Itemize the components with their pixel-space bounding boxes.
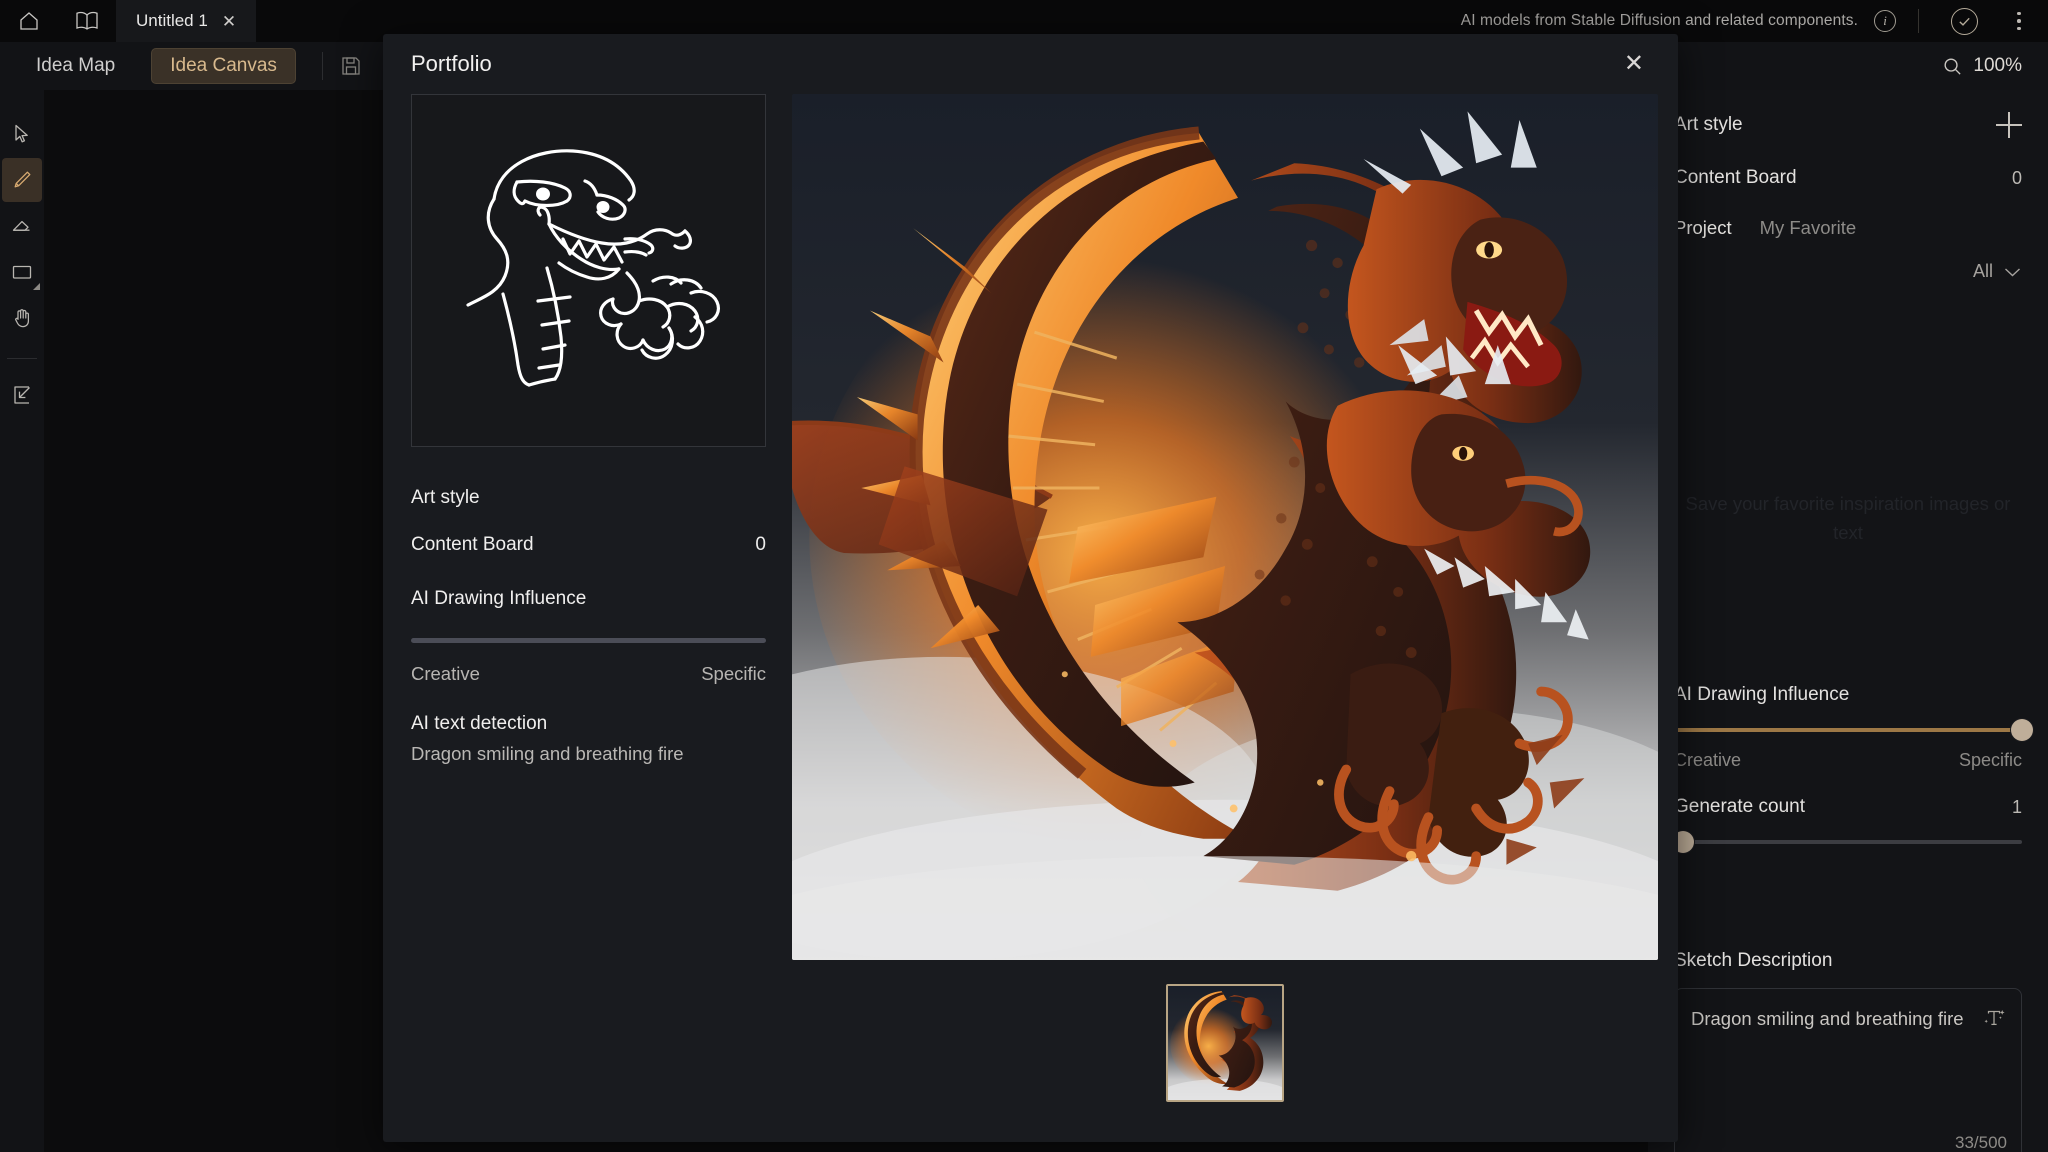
generate-count-slider[interactable] <box>1672 831 2022 853</box>
filter-dropdown[interactable]: All <box>1674 239 2022 282</box>
tool-rail <box>0 90 44 1152</box>
document-tab[interactable]: Untitled 1 ✕ <box>116 0 256 42</box>
dialog-body: Art style Content Board 0 AI Drawing Inf… <box>383 94 1678 1102</box>
empty-state-text: Save your favorite inspiration images or… <box>1685 493 2011 543</box>
chevron-down-icon[interactable] <box>2003 266 2022 278</box>
import-tool[interactable] <box>2 373 42 417</box>
sketch-preview[interactable] <box>411 94 766 447</box>
text-detection-value: Dragon smiling and breathing fire <box>411 743 684 764</box>
thumbnail-item[interactable] <box>1166 984 1284 1102</box>
influence-bar <box>411 638 766 643</box>
sketch-description-label: Sketch Description <box>1674 950 1833 971</box>
dragon-line-sketch <box>465 148 720 387</box>
eraser-tool[interactable] <box>2 204 42 248</box>
tab-idea-map[interactable]: Idea Map <box>18 48 133 84</box>
influence-max-label: Specific <box>701 663 766 684</box>
dialog-title: Portfolio <box>411 51 492 76</box>
app-root: Untitled 1 ✕ AI models from Stable Diffu… <box>0 0 2048 1152</box>
left-influence-section: AI Drawing Influence Creative Specific <box>411 588 766 685</box>
portfolio-tabs: Project My Favorite <box>1674 189 2022 239</box>
art-style-label: Art style <box>1674 114 1743 135</box>
content-board-label: Content Board <box>1674 167 1797 188</box>
sketch-description-counter: 33/500 <box>1955 1133 2007 1152</box>
art-style-label: Art style <box>411 487 480 508</box>
sketch-description-input[interactable]: Dragon smiling and breathing fire 33/500 <box>1674 988 2022 1152</box>
book-icon[interactable] <box>58 0 116 42</box>
fire-dragon-artwork <box>792 94 1658 960</box>
title-bar-right: AI models from Stable Diffusion and rela… <box>1460 7 2048 35</box>
fire-dragon-thumbnail <box>1168 986 1282 1100</box>
tab-my-favorite[interactable]: My Favorite <box>1760 217 1857 239</box>
pencil-tool[interactable] <box>2 158 42 202</box>
close-icon[interactable]: ✕ <box>1616 46 1652 82</box>
influence-slider-knob[interactable] <box>2011 719 2033 741</box>
select-tool[interactable] <box>2 112 42 156</box>
influence-min-label: Creative <box>411 663 480 684</box>
search-icon[interactable] <box>1942 56 1963 77</box>
content-board-count: 0 <box>755 534 766 555</box>
left-content-board-row: Content Board 0 <box>411 534 766 556</box>
art-style-row: Art style <box>1674 90 2022 138</box>
influence-section: AI Drawing Influence Creative Specific <box>1674 684 2033 771</box>
generate-count-row: Generate count 1 <box>1674 796 2022 818</box>
document-tab-label: Untitled 1 <box>136 11 208 30</box>
check-circle-icon[interactable] <box>1951 7 1978 35</box>
influence-slider[interactable] <box>1674 719 2033 741</box>
save-icon[interactable] <box>323 54 379 78</box>
document-tab-close-icon[interactable]: ✕ <box>222 13 236 30</box>
content-board-row: Content Board 0 <box>1674 138 2022 189</box>
tab-project[interactable]: Project <box>1674 217 1732 239</box>
sketch-description-value: Dragon smiling and breathing fire <box>1691 1008 1964 1029</box>
generated-image[interactable] <box>792 94 1658 960</box>
dialog-header: Portfolio ✕ <box>383 34 1678 94</box>
influence-max-label: Specific <box>1958 750 2022 770</box>
plus-icon[interactable] <box>1996 112 2022 138</box>
hand-tool[interactable] <box>2 296 42 340</box>
left-art-style-row: Art style <box>411 487 766 509</box>
art-style-row: Art style <box>411 487 766 509</box>
content-board-count: 0 <box>2011 167 2022 188</box>
content-board-row: Content Board 0 <box>411 534 766 556</box>
tab-idea-canvas[interactable]: Idea Canvas <box>151 48 296 84</box>
right-sidebar: Art style Content Board 0 Project My Fav… <box>1648 90 2048 1152</box>
influence-label: AI Drawing Influence <box>411 588 587 609</box>
kebab-menu-icon[interactable] <box>2004 11 2034 31</box>
influence-min-label: Creative <box>1674 750 1742 770</box>
generate-count-label: Generate count <box>1674 796 1805 817</box>
rectangle-tool[interactable] <box>2 250 42 294</box>
sketch-description-section: Sketch Description Dragon smiling and br… <box>1674 950 2022 1152</box>
home-icon[interactable] <box>0 0 58 42</box>
left-text-detection-section: AI text detection Dragon smiling and bre… <box>411 713 766 765</box>
influence-label: AI Drawing Influence <box>1674 684 1850 705</box>
magic-text-icon[interactable] <box>1979 1003 2009 1033</box>
divider <box>7 358 37 359</box>
influence-range-labels: Creative Specific <box>1674 750 2022 771</box>
divider <box>1918 9 1919 33</box>
generate-count-value: 1 <box>2011 796 2022 817</box>
filter-label: All <box>1972 261 1993 281</box>
content-board-label: Content Board <box>411 534 534 555</box>
dialog-left-column: Art style Content Board 0 AI Drawing Inf… <box>411 94 766 1102</box>
portfolio-dialog: Portfolio ✕ Art style Content Board 0 AI… <box>383 34 1678 1142</box>
thumbnail-strip <box>792 984 1658 1102</box>
dialog-right-column <box>792 94 1658 1102</box>
info-icon[interactable]: i <box>1874 10 1896 32</box>
influence-range-labels: Creative Specific <box>411 663 766 685</box>
generate-count-section: Generate count 1 <box>1672 796 2022 853</box>
zoom-level-label: 100% <box>1973 55 2022 76</box>
influence-slider-fill <box>1674 728 2022 732</box>
text-detection-label: AI text detection <box>411 713 548 734</box>
ai-model-notice: AI models from Stable Diffusion and rela… <box>1460 12 1858 29</box>
zoom-control[interactable]: 100% <box>1942 55 2048 77</box>
